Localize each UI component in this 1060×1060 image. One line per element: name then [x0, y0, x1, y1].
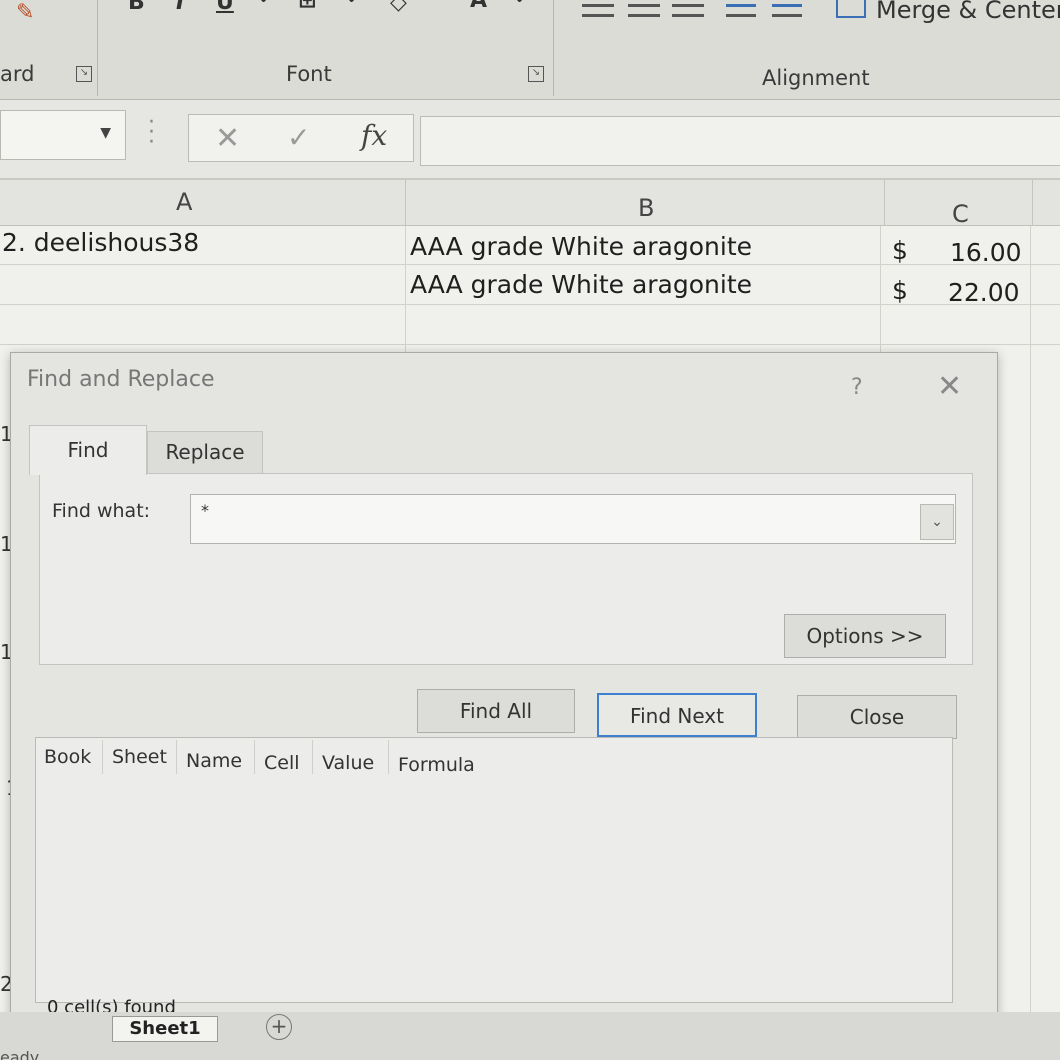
- tab-find-label: Find: [67, 438, 109, 462]
- find-tab-panel: Find what: * ⌄ Options >>: [39, 473, 973, 665]
- chevron-down-icon[interactable]: ⌄: [512, 0, 527, 7]
- ribbon: ✎ ard ↘ B I U ⌄ ⊞ ⌄ ◇ A ⌄ Font ↘: [0, 0, 1060, 100]
- dialog-title: Find and Replace: [27, 367, 215, 392]
- sheet-tab-bar: Sheet1 + eady: [0, 1012, 1060, 1060]
- align-center-icon[interactable]: [628, 4, 660, 7]
- add-sheet-icon[interactable]: +: [266, 1014, 292, 1040]
- tab-replace[interactable]: Replace: [147, 431, 263, 475]
- help-icon[interactable]: ?: [851, 375, 863, 400]
- cell-c-row1[interactable]: 16.00: [950, 238, 1022, 267]
- underline-icon[interactable]: U: [216, 0, 234, 15]
- tab-find[interactable]: Find: [29, 425, 147, 475]
- find-replace-dialog: Find and Replace ? ✕ Find Replace Find w…: [10, 352, 998, 1040]
- status-bar-text: eady: [0, 1048, 40, 1060]
- name-box[interactable]: ▼: [0, 110, 126, 160]
- results-column-book[interactable]: Book: [44, 746, 91, 768]
- find-what-input[interactable]: *: [190, 494, 956, 544]
- clipboard-launcher-icon[interactable]: ↘: [76, 66, 92, 82]
- tab-replace-label: Replace: [165, 440, 245, 464]
- results-column-sheet[interactable]: Sheet: [112, 746, 167, 768]
- column-header-b[interactable]: B: [638, 194, 654, 222]
- chevron-down-icon[interactable]: ⌄: [256, 0, 271, 7]
- sheet-tab-active[interactable]: Sheet1: [112, 1016, 218, 1042]
- enter-icon[interactable]: ✓: [287, 121, 310, 154]
- font-group-label: Font: [286, 62, 332, 86]
- insert-function-icon[interactable]: fx: [361, 119, 387, 152]
- currency-symbol: $: [892, 236, 908, 265]
- italic-icon[interactable]: I: [176, 0, 184, 15]
- font-group: B I U ⌄ ⊞ ⌄ ◇ A ⌄ Font ↘: [98, 0, 554, 96]
- font-color-icon[interactable]: A: [470, 0, 487, 13]
- results-column-value[interactable]: Value: [322, 752, 374, 774]
- results-column-formula[interactable]: Formula: [398, 754, 475, 776]
- merge-center-button[interactable]: Merge & Center: [876, 0, 1060, 24]
- clipboard-group-label: ard: [0, 62, 35, 86]
- merge-center-icon[interactable]: [836, 0, 866, 18]
- align-right-icon[interactable]: [672, 4, 704, 7]
- cell-a-row1[interactable]: 2. deelishous38: [2, 228, 199, 257]
- close-button[interactable]: Close: [797, 695, 957, 739]
- format-painter-icon[interactable]: ✎: [16, 0, 34, 25]
- chevron-down-icon[interactable]: ⌄: [920, 504, 954, 540]
- fill-color-icon[interactable]: ◇: [390, 0, 407, 15]
- borders-icon[interactable]: ⊞: [298, 0, 316, 13]
- results-column-cell[interactable]: Cell: [264, 752, 300, 774]
- currency-symbol: $: [892, 276, 908, 305]
- find-next-button[interactable]: Find Next: [597, 693, 757, 737]
- results-column-name[interactable]: Name: [186, 750, 242, 772]
- clipboard-group: ✎ ard ↘: [0, 0, 98, 96]
- bold-icon[interactable]: B: [128, 0, 145, 15]
- more-options-icon[interactable]: · · ·: [148, 112, 155, 154]
- align-left-icon[interactable]: [582, 4, 614, 7]
- cell-b-row1[interactable]: AAA grade White aragonite: [410, 232, 752, 261]
- increase-indent-icon[interactable]: [772, 4, 802, 7]
- column-header-a[interactable]: A: [176, 188, 192, 216]
- decrease-indent-icon[interactable]: [726, 4, 756, 7]
- find-all-button[interactable]: Find All: [417, 689, 575, 733]
- close-icon[interactable]: ✕: [937, 369, 962, 404]
- column-header-c[interactable]: C: [952, 200, 969, 228]
- options-button[interactable]: Options >>: [784, 614, 946, 658]
- cell-b-row2[interactable]: AAA grade White aragonite: [410, 270, 752, 299]
- find-what-label: Find what:: [52, 500, 151, 522]
- cell-c-row2[interactable]: 22.00: [948, 278, 1020, 307]
- chevron-down-icon[interactable]: ⌄: [344, 0, 359, 7]
- formula-bar: ▼ · · · ✕ ✓ fx: [0, 100, 1060, 178]
- find-what-value: *: [201, 501, 209, 520]
- results-list[interactable]: Book Sheet Name Cell Value Formula: [35, 737, 953, 1003]
- formula-controls: ✕ ✓ fx: [188, 114, 414, 162]
- alignment-group-label: Alignment: [762, 66, 870, 90]
- chevron-down-icon[interactable]: ▼: [100, 125, 111, 141]
- formula-input[interactable]: [420, 116, 1060, 166]
- cancel-icon[interactable]: ✕: [215, 121, 240, 156]
- column-headers: A B C: [0, 180, 1060, 228]
- font-launcher-icon[interactable]: ↘: [528, 66, 544, 82]
